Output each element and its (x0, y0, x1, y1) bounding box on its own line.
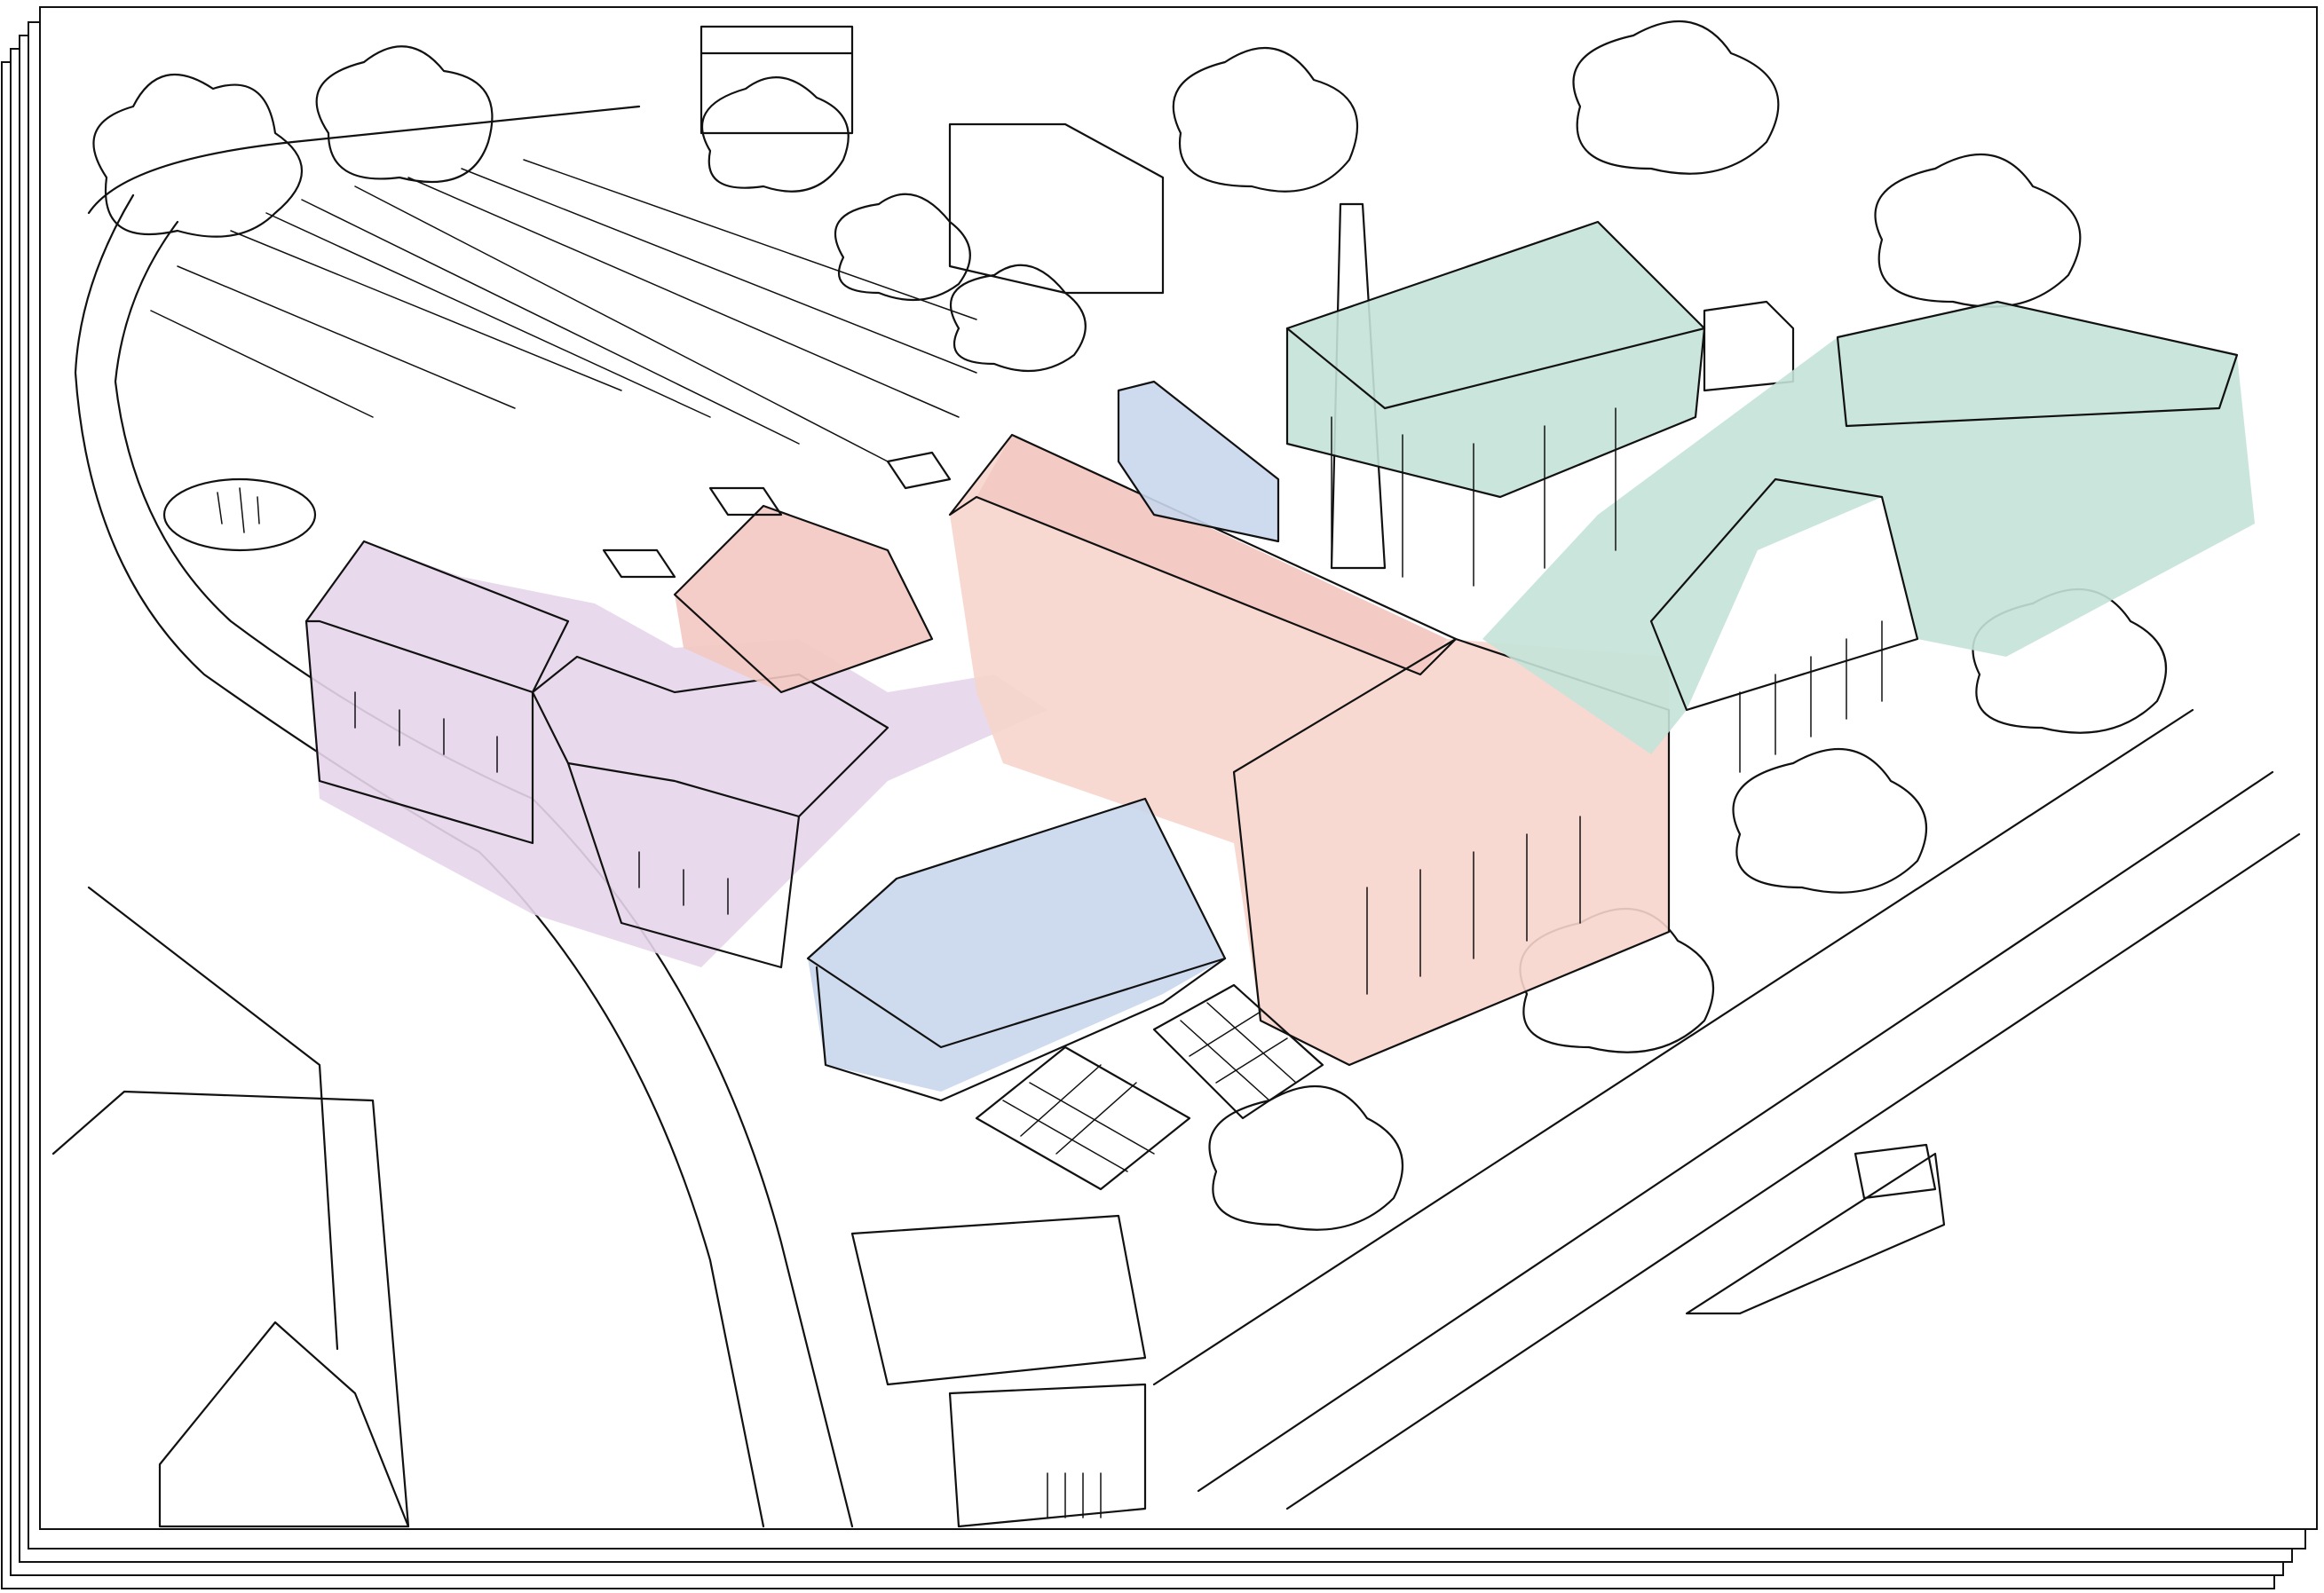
sketch-canvas (1, 6, 2318, 1589)
